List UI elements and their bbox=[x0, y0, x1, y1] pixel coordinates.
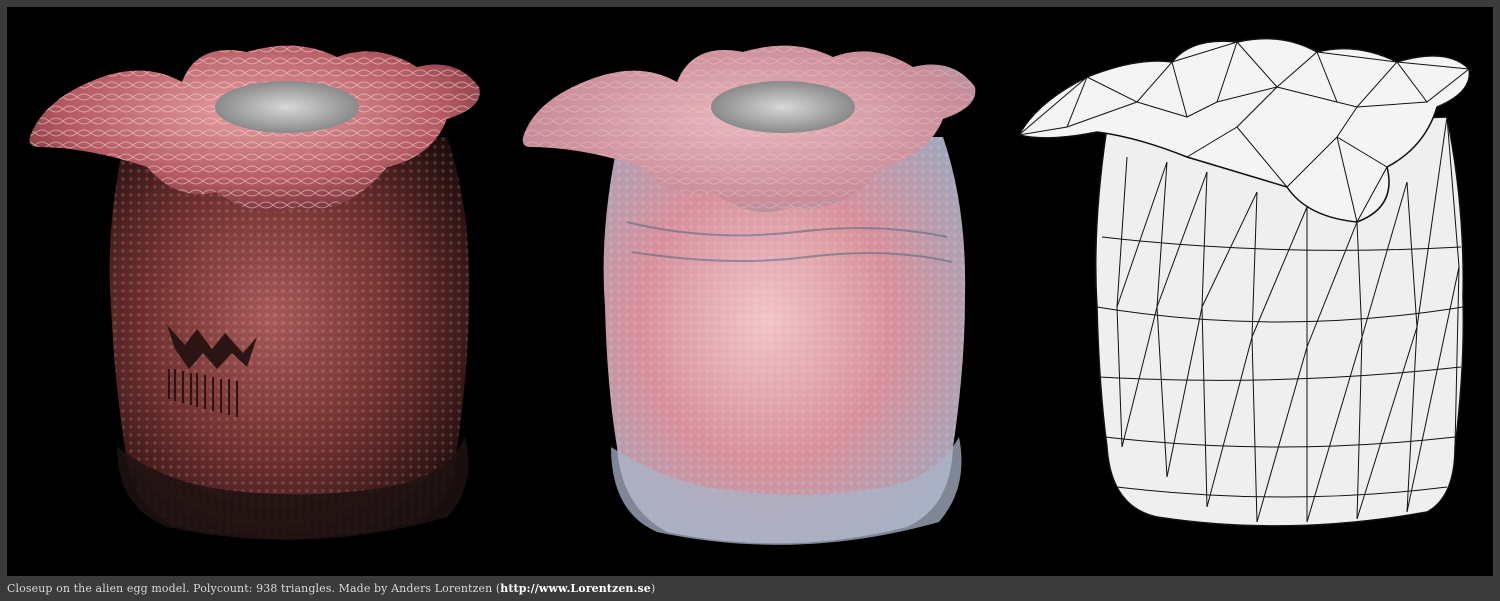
wireframe-egg bbox=[1017, 37, 1471, 527]
image-frame: Closeup on the alien egg model. Polycoun… bbox=[0, 0, 1500, 601]
caption-bar: Closeup on the alien egg model. Polycoun… bbox=[0, 578, 1500, 601]
textured-egg bbox=[29, 45, 480, 540]
normal-map-egg bbox=[522, 45, 976, 545]
renders-canvas bbox=[29, 37, 1471, 545]
render-panel bbox=[7, 7, 1493, 576]
caption-text: Closeup on the alien egg model. Polycoun… bbox=[7, 582, 501, 595]
egg-opening bbox=[711, 81, 855, 133]
image-caption: Closeup on the alien egg model. Polycoun… bbox=[7, 582, 655, 595]
caption-suffix: ) bbox=[650, 582, 656, 595]
caption-link[interactable]: http://www.Lorentzen.se bbox=[500, 582, 651, 595]
egg-opening bbox=[215, 81, 359, 133]
